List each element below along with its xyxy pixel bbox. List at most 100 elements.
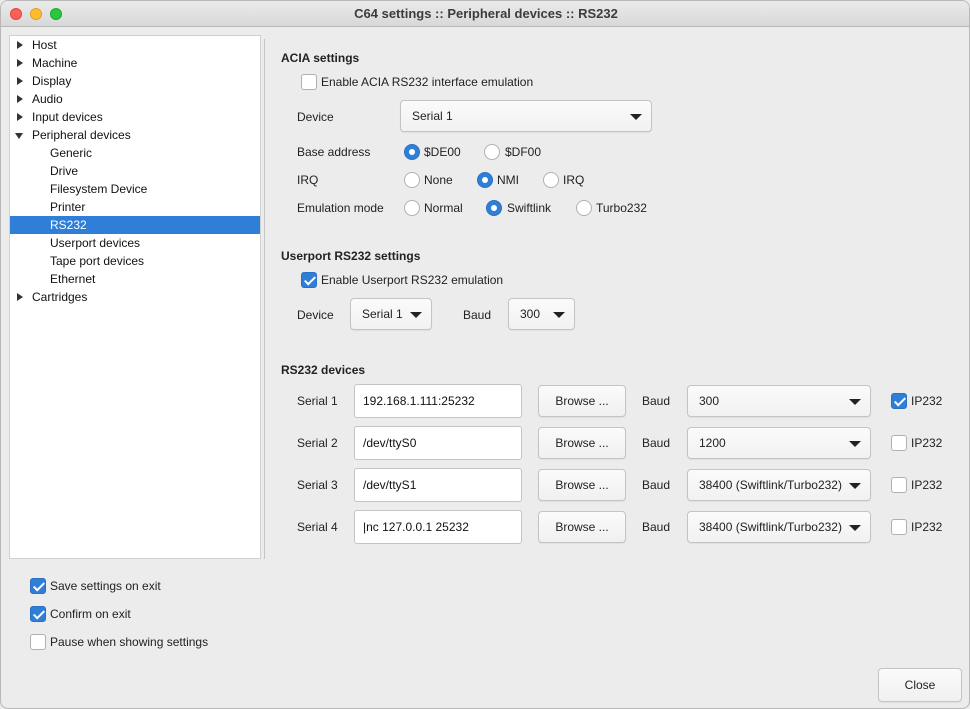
userport-device-value: Serial 1 [362, 307, 403, 321]
serial-1-baud-select[interactable]: 300 [687, 385, 871, 417]
tree-item-rs232[interactable]: RS232 [10, 216, 260, 234]
emu-turbo232-radio[interactable] [576, 200, 592, 216]
serial-4-baud-label: Baud [642, 520, 671, 534]
tree-item-label: Host [32, 38, 57, 52]
serial-2-label: Serial 2 [297, 436, 338, 450]
disclosure-right-icon[interactable] [17, 59, 23, 67]
chevron-down-icon [630, 114, 642, 120]
irq-irq-radio[interactable] [543, 172, 559, 188]
tree-item-label: Generic [50, 146, 93, 160]
acia-device-select[interactable]: Serial 1 [400, 100, 652, 132]
close-button[interactable]: Close [878, 668, 962, 702]
serial-1-path-input[interactable]: 192.168.1.111:25232 [354, 384, 522, 418]
serial-1-baud-label: Baud [642, 394, 671, 408]
userport-enable-checkbox[interactable] [301, 272, 317, 288]
tree-item-cartridges[interactable]: Cartridges [10, 288, 260, 306]
disclosure-right-icon[interactable] [17, 113, 23, 121]
serial-3-baud-select[interactable]: 38400 (Swiftlink/Turbo232) [687, 469, 871, 501]
save-settings-checkbox[interactable] [30, 578, 46, 594]
tree-item-ethernet[interactable]: Ethernet [10, 270, 260, 288]
pause-settings-checkbox[interactable] [30, 634, 46, 650]
tree-item-filesystem-device[interactable]: Filesystem Device [10, 180, 260, 198]
tree-item-label: Drive [50, 164, 79, 178]
disclosure-right-icon[interactable] [17, 95, 23, 103]
serial-4-ip232-label: IP232 [911, 520, 943, 534]
userport-baud-select[interactable]: 300 [508, 298, 575, 330]
tree-item-display[interactable]: Display [10, 72, 260, 90]
chevron-down-icon [849, 399, 861, 405]
tree-item-host[interactable]: Host [10, 36, 260, 54]
serial-2-baud-select[interactable]: 1200 [687, 427, 871, 459]
settings-tree[interactable]: Host Machine Display Audio Input devices Peri… [9, 35, 261, 559]
base-df00-radio[interactable] [484, 144, 500, 160]
serial-4-baud-select[interactable]: 38400 (Swiftlink/Turbo232) [687, 511, 871, 543]
serial-3-browse-button[interactable]: Browse ... [538, 469, 626, 501]
acia-enable-checkbox[interactable] [301, 74, 317, 90]
minimize-window-icon[interactable] [30, 8, 42, 20]
tree-item-tape-port-devices[interactable]: Tape port devices [10, 252, 260, 270]
serial-4-ip232-checkbox[interactable] [891, 519, 907, 535]
serial-4-path-input[interactable]: |nc 127.0.0.1 25232 [354, 510, 522, 544]
userport-device-label: Device [297, 308, 334, 322]
serial-3-baud-label: Baud [642, 478, 671, 492]
tree-item-label: Cartridges [32, 290, 88, 304]
tree-item-label: Userport devices [50, 236, 141, 250]
serial-2-path-input[interactable]: /dev/ttyS0 [354, 426, 522, 460]
serial-1-ip232-checkbox[interactable] [891, 393, 907, 409]
tree-item-peripheral-devices[interactable]: Peripheral devices [10, 126, 260, 144]
chevron-down-icon [849, 483, 861, 489]
chevron-down-icon [849, 525, 861, 531]
userport-baud-label: Baud [463, 308, 492, 322]
serial-2-baud-label: Baud [642, 436, 671, 450]
save-settings-label: Save settings on exit [50, 579, 161, 593]
serial-2-ip232-checkbox[interactable] [891, 435, 907, 451]
serial-4-label: Serial 4 [297, 520, 338, 534]
confirm-exit-checkbox[interactable] [30, 606, 46, 622]
tree-item-label: Filesystem Device [50, 182, 148, 196]
tree-item-printer[interactable]: Printer [10, 198, 260, 216]
serial-1-ip232-label: IP232 [911, 394, 943, 408]
serial-2-baud-value: 1200 [699, 436, 726, 450]
emu-swiftlink-radio[interactable] [486, 200, 502, 216]
acia-section-title: ACIA settings [281, 51, 360, 65]
serial-2-browse-button[interactable]: Browse ... [538, 427, 626, 459]
confirm-exit-label: Confirm on exit [50, 607, 131, 621]
splitter[interactable] [264, 39, 265, 559]
disclosure-right-icon[interactable] [17, 77, 23, 85]
zoom-window-icon[interactable] [50, 8, 62, 20]
tree-item-machine[interactable]: Machine [10, 54, 260, 72]
tree-item-label: Printer [50, 200, 86, 214]
base-de00-radio[interactable] [404, 144, 420, 160]
serial-1-baud-value: 300 [699, 394, 720, 408]
serial-3-ip232-checkbox[interactable] [891, 477, 907, 493]
disclosure-right-icon[interactable] [17, 41, 23, 49]
chevron-down-icon [849, 441, 861, 447]
tree-item-input-devices[interactable]: Input devices [10, 108, 260, 126]
serial-4-browse-button[interactable]: Browse ... [538, 511, 626, 543]
title-bar: C64 settings :: Peripheral devices :: RS… [1, 1, 969, 27]
irq-none-radio[interactable] [404, 172, 420, 188]
close-window-icon[interactable] [10, 8, 22, 20]
serial-3-path-input[interactable]: /dev/ttyS1 [354, 468, 522, 502]
tree-item-label: Ethernet [50, 272, 96, 286]
tree-item-generic[interactable]: Generic [10, 144, 260, 162]
userport-device-select[interactable]: Serial 1 [350, 298, 432, 330]
serial-3-baud-value: 38400 (Swiftlink/Turbo232) [699, 478, 842, 492]
tree-item-audio[interactable]: Audio [10, 90, 260, 108]
emu-swiftlink-label: Swiftlink [507, 201, 552, 215]
acia-irq-label: IRQ [297, 173, 319, 187]
irq-irq-label: IRQ [563, 173, 585, 187]
tree-item-label: Audio [32, 92, 63, 106]
acia-device-value: Serial 1 [412, 109, 453, 123]
tree-item-userport-devices[interactable]: Userport devices [10, 234, 260, 252]
tree-item-label: Tape port devices [50, 254, 145, 268]
serial-4-baud-value: 38400 (Swiftlink/Turbo232) [699, 520, 842, 534]
serial-1-browse-button[interactable]: Browse ... [538, 385, 626, 417]
emu-normal-radio[interactable] [404, 200, 420, 216]
acia-device-label: Device [297, 110, 334, 124]
disclosure-down-icon[interactable] [15, 133, 23, 139]
irq-nmi-radio[interactable] [477, 172, 493, 188]
disclosure-right-icon[interactable] [17, 293, 23, 301]
tree-item-drive[interactable]: Drive [10, 162, 260, 180]
acia-enable-label: Enable ACIA RS232 interface emulation [321, 75, 534, 89]
